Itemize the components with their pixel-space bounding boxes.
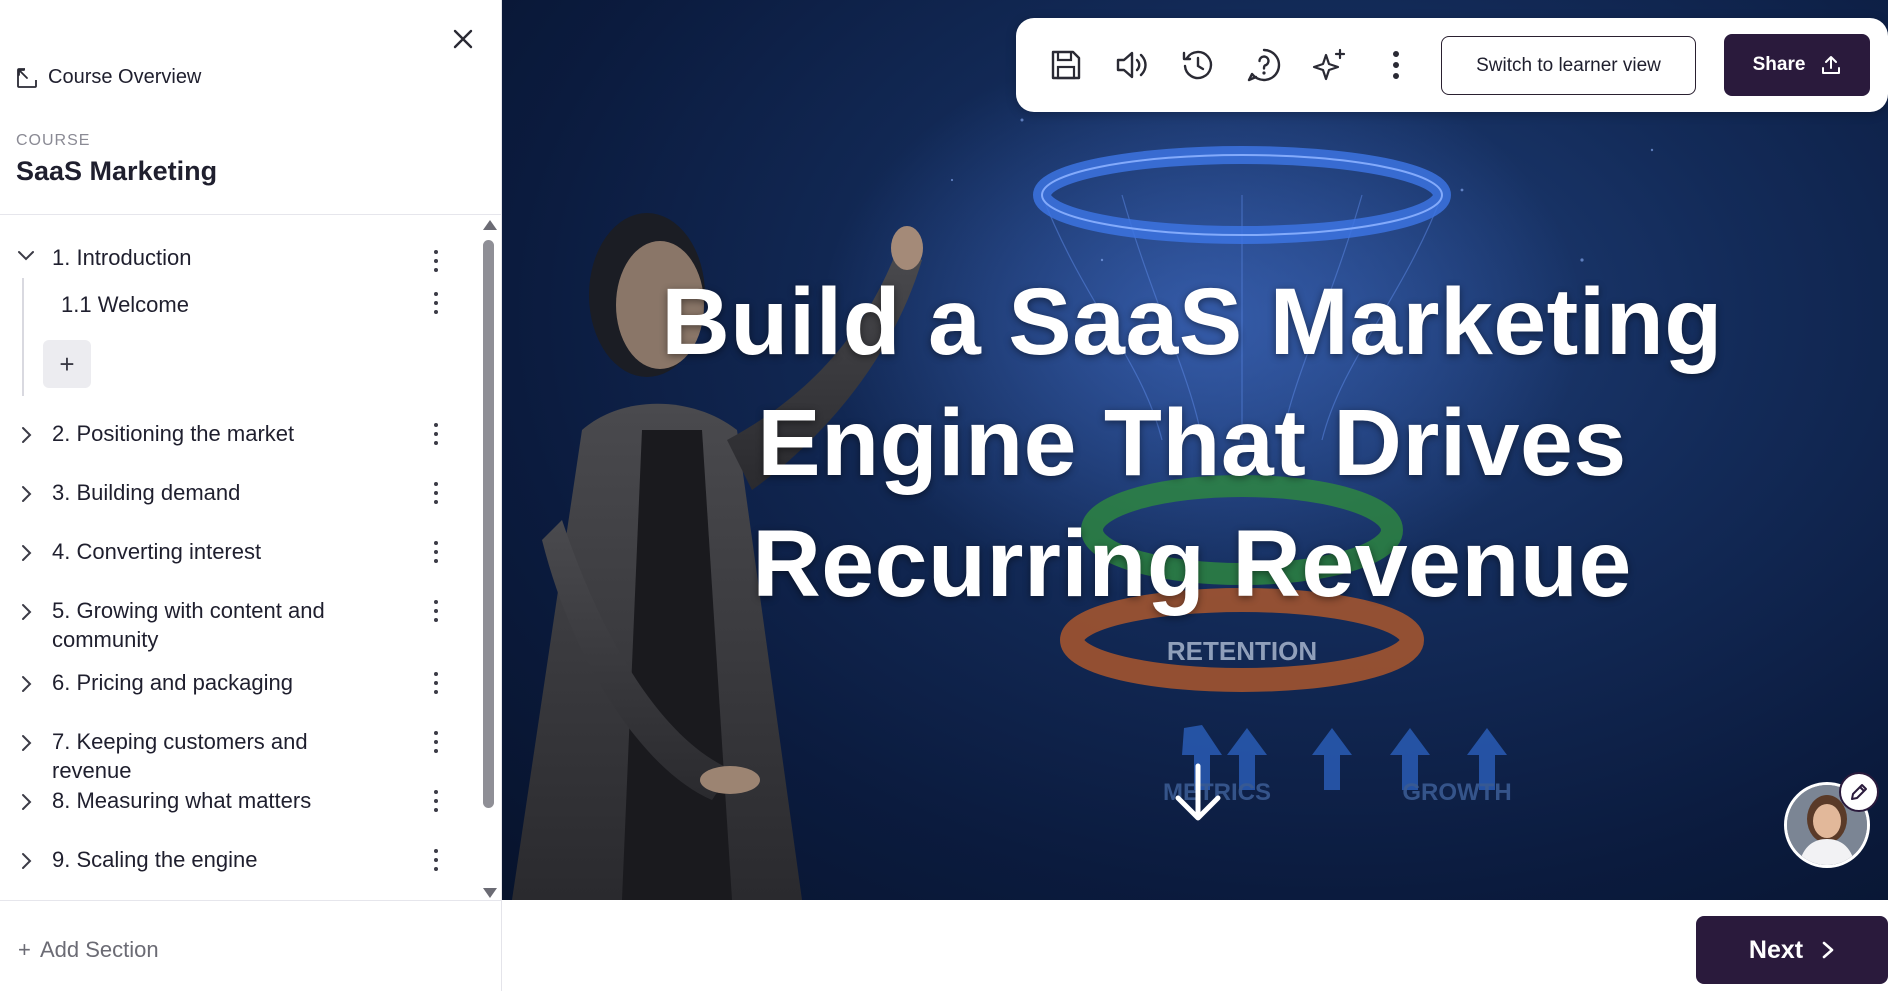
section-item-positioning[interactable]: 2. Positioning the market (0, 419, 480, 459)
section-label: 5. Growing with content and community (52, 598, 325, 652)
help-icon (1247, 48, 1281, 82)
lesson-label: 1.1 Welcome (61, 292, 189, 317)
upload-icon (1822, 56, 1841, 74)
chevron-right-icon[interactable] (14, 482, 38, 506)
edit-avatar-button[interactable] (1839, 772, 1879, 812)
scroll-down-icon[interactable] (483, 888, 497, 898)
hero-title: Build a SaaS Marketing Engine That Drive… (592, 262, 1792, 625)
history-icon (1182, 50, 1213, 80)
retention-art-label: RETENTION (1167, 636, 1317, 666)
course-editor: Course Overview COURSE SaaS Marketing 1.… (0, 0, 1888, 991)
section-menu-button[interactable] (426, 246, 446, 276)
add-section-label: Add Section (40, 937, 159, 962)
section-label: 6. Pricing and packaging (52, 670, 293, 695)
section-item-scaling[interactable]: 9. Scaling the engine (0, 845, 480, 885)
add-section-button[interactable]: + Add Section (0, 900, 502, 991)
history-button[interactable] (1178, 45, 1218, 85)
course-overview-link[interactable]: Course Overview (16, 66, 201, 89)
section-menu-button[interactable] (426, 537, 446, 567)
add-lesson-button[interactable]: + (43, 340, 91, 388)
section-label: 7. Keeping customers and revenue (52, 729, 308, 783)
close-sidebar-button[interactable] (446, 22, 480, 56)
audio-icon (1116, 51, 1147, 79)
chevron-right-icon[interactable] (14, 423, 38, 447)
hero-slide: RETENTION METRICS GROWTH Build a SaaS Ma… (502, 0, 1888, 900)
lesson-item-welcome[interactable]: 1.1 Welcome (44, 290, 480, 326)
section-item-measuring[interactable]: 8. Measuring what matters (0, 786, 480, 826)
section-item-introduction[interactable]: 1. Introduction (0, 229, 480, 272)
course-kicker: COURSE (16, 132, 91, 149)
more-options-button[interactable] (1376, 45, 1416, 85)
section-list: 1. Introduction 1.1 Welcome + 2. Positio… (0, 215, 480, 899)
save-button[interactable] (1046, 45, 1086, 85)
pencil-icon (1851, 784, 1867, 800)
next-label: Next (1748, 935, 1804, 964)
section-label: 9. Scaling the engine (52, 847, 258, 872)
chevron-right-icon[interactable] (14, 849, 38, 873)
chevron-right-icon[interactable] (14, 600, 38, 624)
section-label: 2. Positioning the market (52, 421, 295, 446)
plus-icon: + (18, 937, 31, 962)
arrow-down-icon (1175, 763, 1221, 821)
chevron-right-icon[interactable] (14, 731, 38, 755)
section-item-pricing[interactable]: 6. Pricing and packaging (0, 668, 480, 708)
switch-learner-view-button[interactable]: Switch to learner view (1441, 36, 1696, 95)
bottom-navigation-bar: Next (502, 900, 1888, 991)
audio-button[interactable] (1112, 45, 1152, 85)
section-menu-button[interactable] (426, 845, 446, 875)
more-vertical-icon (1393, 51, 1399, 79)
chevron-right-icon[interactable] (14, 672, 38, 696)
section-menu-button[interactable] (426, 727, 446, 757)
course-title: SaaS Marketing (16, 156, 218, 186)
growth-art-label: GROWTH (1402, 779, 1511, 806)
section-label: 3. Building demand (52, 480, 241, 505)
chevron-right-icon[interactable] (14, 541, 38, 565)
section-item-demand[interactable]: 3. Building demand (0, 478, 480, 518)
scroll-down-button[interactable] (1170, 762, 1226, 824)
next-button[interactable]: Next (1696, 916, 1888, 984)
share-label: Share (1752, 54, 1806, 75)
help-button[interactable] (1244, 45, 1284, 85)
chevron-right-icon (1822, 941, 1834, 959)
hero-title-line: Recurring Revenue (752, 511, 1632, 617)
scroll-up-icon[interactable] (483, 220, 497, 230)
section-menu-button[interactable] (426, 786, 446, 816)
course-sidebar: Course Overview COURSE SaaS Marketing 1.… (0, 0, 502, 991)
section-item-content-community[interactable]: 5. Growing with content and community (0, 596, 480, 658)
course-overview-label: Course Overview (48, 66, 202, 88)
chevron-right-icon[interactable] (14, 790, 38, 814)
scrollbar-thumb[interactable] (483, 240, 494, 808)
chevron-down-icon[interactable] (14, 243, 38, 267)
section-item-converting[interactable]: 4. Converting interest (0, 537, 480, 577)
ai-assist-button[interactable] (1310, 45, 1350, 85)
section-menu-button[interactable] (426, 668, 446, 698)
section-label: 1. Introduction (52, 245, 192, 270)
editor-toolbar: Switch to learner view Share (1016, 18, 1888, 112)
save-icon (1051, 50, 1081, 80)
sidebar-scrollbar[interactable] (480, 218, 498, 902)
open-external-icon (17, 67, 37, 88)
section-menu-button[interactable] (426, 478, 446, 508)
lesson-menu-button[interactable] (426, 288, 446, 318)
section-menu-button[interactable] (426, 419, 446, 449)
section-item-retention[interactable]: 7. Keeping customers and revenue (0, 727, 480, 783)
section-label: 8. Measuring what matters (52, 788, 312, 813)
close-icon (453, 29, 473, 49)
sparkle-ai-icon (1312, 48, 1346, 81)
share-button[interactable]: Share (1724, 34, 1870, 96)
section-label: 4. Converting interest (52, 539, 262, 564)
section-menu-button[interactable] (426, 596, 446, 626)
hero-title-line: Build a SaaS Marketing (661, 269, 1723, 375)
hero-title-line: Engine That Drives (757, 390, 1627, 496)
lesson-guide-line (22, 278, 24, 396)
